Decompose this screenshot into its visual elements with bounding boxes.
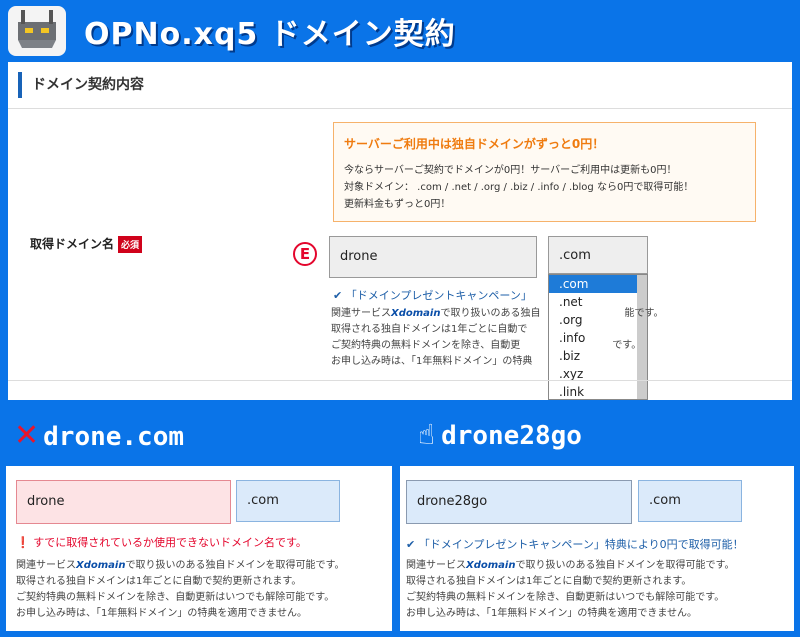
note-text: で取り扱いのある独自 (440, 308, 541, 319)
error-message: ❗ すでに取得されているか使用できないドメイン名です。 (16, 536, 307, 549)
hand-ok-icon: ☝ (418, 418, 436, 451)
domain-contract-panel: ドメイン契約内容 サーバーご利用中は独自ドメインがずっと0円！ 今ならサーバーご… (8, 62, 792, 400)
server-logo-icon (8, 6, 66, 56)
divider (8, 108, 792, 109)
tld-option[interactable]: .link (549, 383, 647, 399)
success-message: ✔ 「ドメインプレゼントキャンペーン」特典により0円で取得可能！ (406, 538, 744, 551)
domain-label-text: 取得ドメイン名 (30, 237, 115, 251)
divider (8, 380, 792, 381)
note-text: 取得される独自ドメインは1年ごとに自動で契約更新されます。 (406, 576, 692, 587)
promo-line: 対象ドメイン： .com / .net / .org / .biz / .inf… (344, 182, 694, 193)
error-icon: ✕ (14, 418, 40, 453)
note-text: です。 (612, 340, 642, 351)
campaign-message: ✔ 「ドメインプレゼントキャンペーン」 (333, 287, 532, 303)
note-text: 能です。 (624, 308, 664, 319)
xdomain-logo: Xdomain (391, 308, 441, 319)
bad-example-caption: ✕ drone.com (14, 418, 184, 453)
bad-example-text: drone.com (43, 422, 185, 452)
note-text: で取り扱いのある独自ドメインを取得可能です。 (515, 560, 735, 571)
required-badge: 必須 (118, 236, 143, 253)
note-text: 取得される独自ドメインは1年ごとに自動で契約更新されます。 (16, 576, 302, 587)
promo-title: サーバーご利用中は独自ドメインがずっと0円！ (344, 137, 605, 151)
section-heading: ドメイン契約内容 (18, 72, 144, 98)
promo-box: サーバーご利用中は独自ドメインがずっと0円！ 今ならサーバーご契約でドメインが0… (333, 122, 756, 222)
marker-e-badge: E (293, 242, 317, 266)
bad-example-card: drone .com ❗ すでに取得されているか使用できないドメイン名です。 関… (6, 466, 392, 631)
note-text: ご契約特典の無料ドメインを除き、自動更新はいつでも解除可能です。 (406, 592, 725, 603)
domain-field-label: 取得ドメイン名 必須 (30, 235, 143, 253)
domain-note: 関連サービスXdomainで取り扱いのある独自 能です。 取得される独自ドメインは… (331, 306, 751, 370)
note-text: 関連サービス (331, 308, 391, 319)
tld-select[interactable]: .com (548, 236, 648, 274)
promo-line: 今ならサーバーご契約でドメインが0円！サーバーご利用中は更新も0円！ (344, 165, 677, 176)
domain-name-input[interactable]: drone (16, 480, 231, 524)
note-text: お申し込み時は、「1年無料ドメイン」の特典 (331, 356, 533, 367)
note-text: ご契約特典の無料ドメインを除き、自動更 (331, 340, 521, 351)
promo-line: 更新料金もずっと0円！ (344, 199, 451, 210)
tld-select[interactable]: .com (236, 480, 340, 522)
note-text: ご契約特典の無料ドメインを除き、自動更新はいつでも解除可能です。 (16, 592, 335, 603)
good-example-card: drone28go .com ✔ 「ドメインプレゼントキャンペーン」特典により0… (400, 466, 794, 631)
check-icon: ✔ (333, 289, 343, 302)
good-example-caption: ☝ drone28go (418, 418, 582, 451)
tld-option[interactable]: .com (549, 275, 647, 293)
note-text: お申し込み時は、「1年無料ドメイン」の特典を適用できません。 (16, 608, 308, 619)
note-text: で取り扱いのある独自ドメインを取得可能です。 (125, 560, 345, 571)
top-banner: OPNo.xq5 ドメイン契約 (0, 0, 800, 60)
domain-note: 関連サービスXdomainで取り扱いのある独自ドメインを取得可能です。 取得され… (16, 558, 344, 622)
xdomain-logo: Xdomain (76, 560, 126, 571)
page-title: OPNo.xq5 ドメイン契約 (84, 17, 456, 52)
good-example-text: drone28go (441, 421, 582, 451)
tld-select[interactable]: .com (638, 480, 742, 522)
domain-name-input[interactable]: drone28go (406, 480, 632, 524)
note-text: お申し込み時は、「1年無料ドメイン」の特典を適用できません。 (406, 608, 698, 619)
note-text: 取得される独自ドメインは1年ごとに自動で (331, 324, 528, 335)
note-text: 関連サービス (406, 560, 466, 571)
xdomain-logo: Xdomain (466, 560, 516, 571)
domain-name-input[interactable]: drone (329, 236, 537, 278)
campaign-text: 「ドメインプレゼントキャンペーン」 (345, 289, 532, 302)
domain-note: 関連サービスXdomainで取り扱いのある独自ドメインを取得可能です。 取得され… (406, 558, 734, 622)
note-text: 関連サービス (16, 560, 76, 571)
